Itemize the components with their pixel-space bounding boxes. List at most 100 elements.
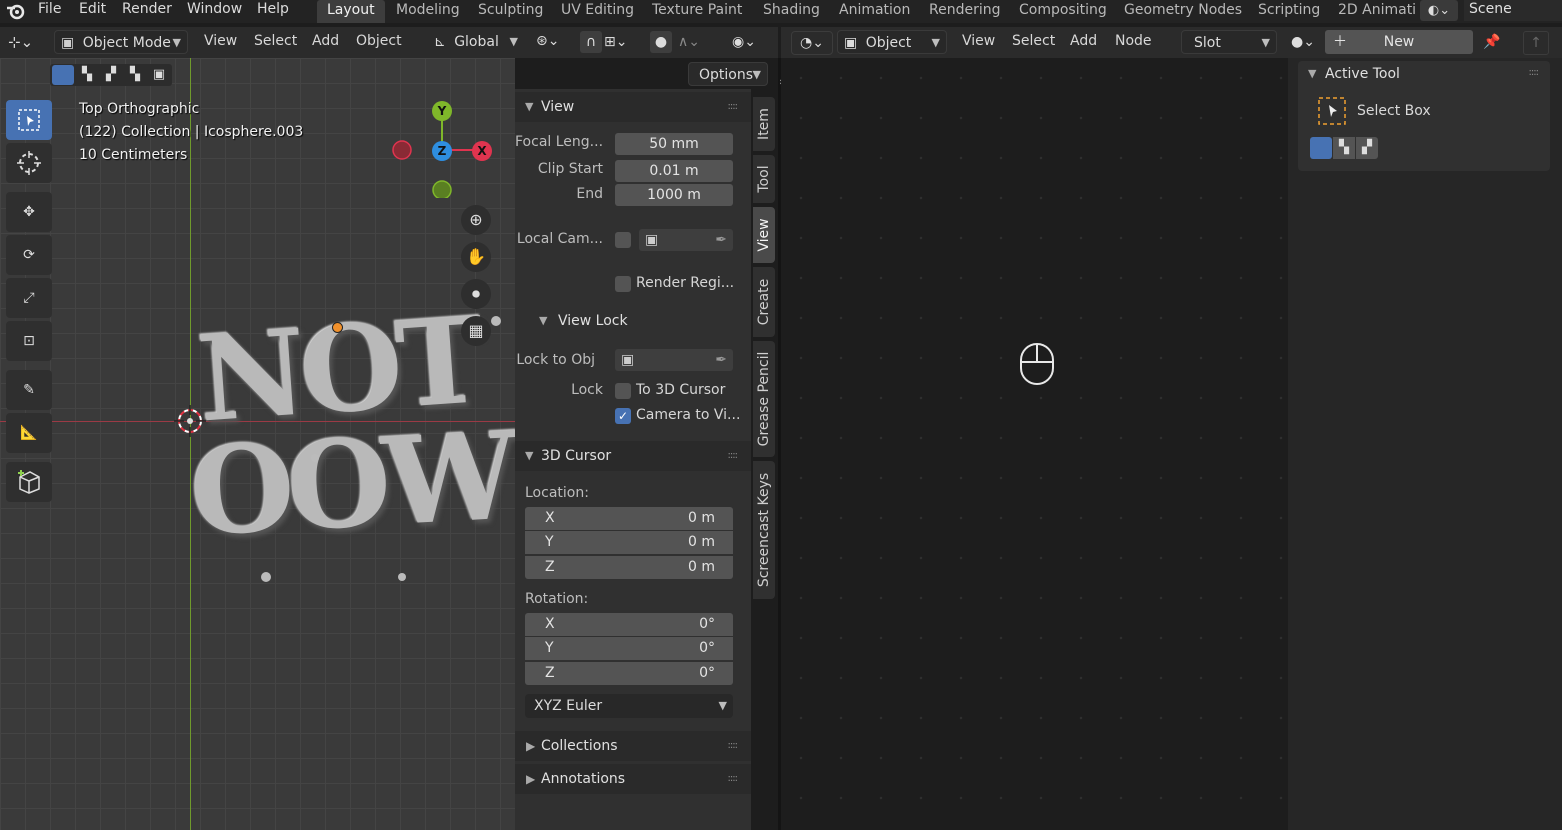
tab-rendering[interactable]: Rendering — [919, 0, 1011, 23]
gizmo-z-axis[interactable]: Z — [432, 141, 452, 161]
eyedropper-icon[interactable]: ✒ — [715, 229, 727, 251]
node-menu-node[interactable]: Node — [1115, 29, 1152, 53]
tab-grease-pencil[interactable]: Grease Pencil — [753, 341, 775, 457]
rotate-tool-icon[interactable]: ⟳ — [6, 235, 52, 275]
pan-hand-icon[interactable]: ✋ — [461, 242, 491, 272]
editor-type-icon[interactable]: ⊹⌄ — [8, 31, 44, 53]
new-material-button[interactable]: ＋ New — [1325, 30, 1473, 54]
view-section-header[interactable]: ▼ View :::: — [515, 92, 751, 122]
tab-texture-paint[interactable]: Texture Paint — [642, 0, 752, 23]
puffy-text-object[interactable]: NOT OOW — [187, 290, 514, 570]
blender-logo-icon[interactable] — [6, 2, 26, 20]
cursor-location-z-field[interactable]: Z 0 m — [525, 556, 733, 579]
select-intersect-icon[interactable]: ▣ — [148, 65, 170, 85]
slot-dropdown[interactable]: Slot ▼ — [1181, 30, 1277, 54]
tab-2d-animation[interactable]: 2D Animati — [1328, 0, 1426, 23]
drag-grip-icon[interactable]: :::: — [1529, 67, 1540, 78]
falloff-icon[interactable]: ∧⌄ — [678, 31, 714, 53]
focal-length-field[interactable]: 50 mm — [615, 133, 733, 155]
viewport-menu-object[interactable]: Object — [356, 29, 402, 53]
proportional-edit-icon[interactable]: ● — [650, 31, 672, 53]
tab-tool[interactable]: Tool — [753, 155, 775, 203]
tab-modeling[interactable]: Modeling — [386, 0, 470, 23]
viewport-menu-view[interactable]: View — [204, 29, 237, 53]
node-editor-type-icon[interactable]: ◔⌄ — [791, 31, 833, 55]
select-subtract-icon[interactable]: ▞ — [1356, 137, 1378, 159]
parent-node-tree-icon[interactable]: ↑ — [1523, 31, 1549, 55]
menu-file[interactable]: File — [38, 0, 61, 21]
tab-screencast-keys[interactable]: Screencast Keys — [753, 461, 775, 599]
view-lock-subheader[interactable]: ▼ View Lock — [539, 311, 739, 335]
viewport-menu-add[interactable]: Add — [312, 29, 339, 53]
tab-uv-editing[interactable]: UV Editing — [551, 0, 644, 23]
zoom-icon[interactable]: ⊕ — [461, 205, 491, 235]
menu-edit[interactable]: Edit — [79, 0, 106, 21]
tab-sculpting[interactable]: Sculpting — [468, 0, 553, 23]
tab-layout[interactable]: Layout — [317, 0, 385, 23]
transform-tool-icon[interactable]: ⊡ — [6, 321, 52, 361]
select-extend-icon[interactable]: ▚ — [76, 65, 98, 85]
drag-grip-icon[interactable]: :::: — [728, 92, 739, 122]
move-tool-icon[interactable]: ✥ — [6, 192, 52, 232]
camera-view-icon[interactable]: ⏺ — [461, 279, 491, 309]
tab-item[interactable]: Item — [753, 97, 775, 151]
select-new-icon[interactable] — [52, 65, 74, 85]
gizmo-y-axis[interactable]: Y — [432, 101, 452, 121]
drag-grip-icon[interactable]: :::: — [728, 731, 739, 761]
camera-to-view-checkbox[interactable]: ✓ — [615, 408, 631, 424]
local-camera-object-field[interactable]: ▣ ✒ — [639, 229, 733, 251]
lock-to-object-field[interactable]: ▣ ✒ — [615, 349, 733, 371]
cursor-location-x-field[interactable]: X 0 m — [525, 507, 733, 530]
snap-target-icon[interactable]: ⊞⌄ — [604, 31, 640, 53]
gizmo-x-axis[interactable]: X — [472, 141, 492, 161]
measure-tool-icon[interactable]: 📐 — [6, 413, 52, 453]
viewport-menu-select[interactable]: Select — [254, 29, 297, 53]
3d-cursor-icon[interactable] — [174, 405, 206, 437]
eyedropper-icon[interactable]: ✒ — [715, 349, 727, 371]
node-menu-add[interactable]: Add — [1070, 29, 1097, 53]
material-browse-icon[interactable]: ●⌄ — [1291, 30, 1323, 54]
navigation-gizmo[interactable]: Y Z X — [390, 98, 492, 200]
3d-viewport[interactable]: ▚ ▞ ▚ ▣ Top Orthographic (122) Collectio… — [0, 58, 515, 830]
select-invert-icon[interactable]: ▚ — [124, 65, 146, 85]
rotation-mode-dropdown[interactable]: XYZ Euler ▼ — [525, 694, 733, 718]
render-region-checkbox[interactable] — [615, 276, 631, 292]
select-subtract-icon[interactable]: ▞ — [100, 65, 122, 85]
tab-scripting[interactable]: Scripting — [1248, 0, 1330, 23]
menu-window[interactable]: Window — [187, 0, 242, 21]
annotations-section-header[interactable]: ▶ Annotations :::: — [515, 764, 751, 794]
tab-create[interactable]: Create — [753, 267, 775, 337]
tab-view[interactable]: View — [753, 207, 775, 263]
shader-type-dropdown[interactable]: ▣ Object ▼ — [837, 30, 947, 54]
mode-dropdown[interactable]: ▣ Object Mode ▼ — [54, 30, 188, 54]
ortho-grid-icon[interactable]: ▦ — [461, 316, 491, 346]
tab-geometry-nodes[interactable]: Geometry Nodes — [1114, 0, 1252, 23]
scene-name-field[interactable]: Scene — [1464, 0, 1562, 21]
tab-animation[interactable]: Animation — [829, 0, 920, 23]
shader-node-editor[interactable] — [781, 58, 1288, 830]
collections-section-header[interactable]: ▶ Collections :::: — [515, 731, 751, 761]
node-menu-select[interactable]: Select — [1012, 29, 1055, 53]
visibility-eye-icon[interactable]: ◉⌄ — [732, 31, 772, 53]
drag-grip-icon[interactable]: :::: — [728, 764, 739, 794]
select-new-icon[interactable] — [1310, 137, 1332, 159]
tab-compositing[interactable]: Compositing — [1009, 0, 1117, 23]
cursor-tool-icon[interactable] — [6, 143, 52, 183]
local-camera-checkbox[interactable] — [615, 232, 631, 248]
clip-end-field[interactable]: 1000 m — [615, 184, 733, 206]
cursor-rotation-z-field[interactable]: Z 0° — [525, 662, 733, 685]
menu-render[interactable]: Render — [122, 0, 172, 21]
cursor-rotation-x-field[interactable]: X 0° — [525, 613, 733, 636]
add-cube-tool-icon[interactable] — [6, 462, 52, 502]
select-extend-icon[interactable]: ▚ — [1333, 137, 1355, 159]
cursor-rotation-y-field[interactable]: Y 0° — [525, 637, 733, 660]
options-dropdown[interactable]: Options ▼ — [688, 62, 768, 86]
pin-icon[interactable]: 📌 — [1483, 31, 1505, 53]
3d-cursor-section-header[interactable]: ▼ 3D Cursor :::: — [515, 441, 751, 471]
drag-grip-icon[interactable]: :::: — [728, 441, 739, 471]
node-menu-view[interactable]: View — [962, 29, 995, 53]
transform-orientation-dropdown[interactable]: ⊾ Global ▼ — [428, 30, 524, 54]
menu-help[interactable]: Help — [257, 0, 289, 21]
lock-to-3d-cursor-checkbox[interactable] — [615, 383, 631, 399]
clip-start-field[interactable]: 0.01 m — [615, 160, 733, 182]
